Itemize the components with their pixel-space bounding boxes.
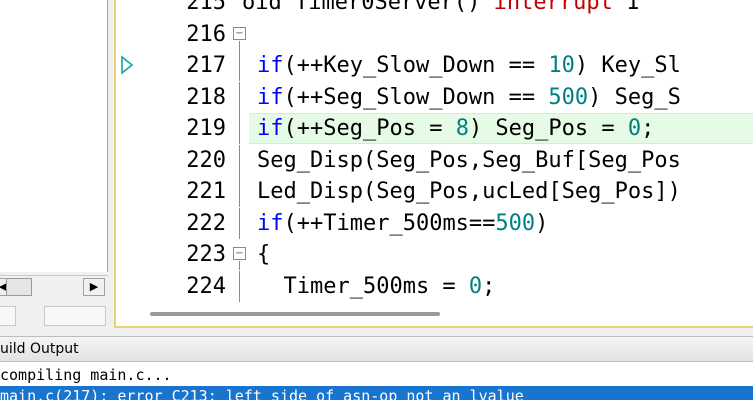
code-text[interactable]: { <box>257 239 270 270</box>
scroll-right-button[interactable]: ▶ <box>83 278 105 296</box>
current-position-arrow-icon <box>121 55 134 75</box>
code-line[interactable]: 220 Seg_Disp(Seg_Pos,Seg_Buf[Seg_Pos <box>116 144 753 176</box>
code-text[interactable]: Timer_500ms = 0; <box>257 271 495 302</box>
code-editor[interactable]: 215 oid Timer0Server() interrupt 1 216−217… <box>116 0 753 302</box>
fold-toggle-icon[interactable]: − <box>233 26 246 40</box>
code-line[interactable]: 218 if(++Seg_Slow_Down == 500) Seg_S <box>116 81 753 113</box>
project-panel: ◀ ▶ <box>0 0 110 334</box>
editor-scroll-thumb[interactable] <box>150 312 440 316</box>
scroll-thumb[interactable] <box>6 278 32 296</box>
fold-guide <box>239 270 240 302</box>
scroll-right-arrow-icon: ▶ <box>89 280 99 293</box>
build-output-title: uild Output <box>0 336 753 362</box>
line-number: 220 <box>186 147 226 173</box>
line-number: 223 <box>186 242 226 267</box>
line-number: 217 <box>186 53 226 78</box>
line-number: 222 <box>186 210 226 236</box>
build-output-panel: uild Output compiling main.c... main.c(21… <box>0 336 753 400</box>
code-text[interactable]: if(++Key_Slow_Down == 10) Key_Sl <box>257 50 681 81</box>
code-text[interactable]: if(++Timer_500ms==500) <box>257 208 548 239</box>
project-tabs <box>0 300 110 330</box>
books-tab[interactable] <box>44 306 106 326</box>
fold-guide <box>239 144 240 176</box>
code-line[interactable]: 216− <box>116 19 753 50</box>
code-line[interactable]: 224 Timer_500ms = 0; <box>116 270 753 302</box>
code-line[interactable]: 221 Led_Disp(Seg_Pos,ucLed[Seg_Pos]) <box>116 176 753 207</box>
line-number: 215 <box>186 0 226 15</box>
code-text[interactable]: Led_Disp(Seg_Pos,ucLed[Seg_Pos]) <box>257 176 681 207</box>
build-output-line[interactable]: compiling main.c... <box>0 365 753 385</box>
fold-guide <box>239 113 240 144</box>
code-text[interactable]: Seg_Disp(Seg_Pos,Seg_Buf[Seg_Pos <box>257 145 681 176</box>
code-text[interactable]: if(++Seg_Pos = 8) Seg_Pos = 0; <box>257 113 654 144</box>
code-text[interactable]: oid Timer0Server() interrupt 1 <box>242 0 639 18</box>
fold-guide <box>239 50 240 81</box>
line-number: 221 <box>186 179 226 204</box>
fold-guide <box>239 176 240 207</box>
code-line[interactable]: 223−{ <box>116 239 753 270</box>
code-line[interactable]: 222 if(++Timer_500ms==500) <box>116 207 753 239</box>
line-number: 216 <box>186 21 226 47</box>
line-number: 218 <box>186 84 226 110</box>
code-line[interactable]: 217 if(++Key_Slow_Down == 10) Key_Sl <box>116 50 753 81</box>
build-error-line[interactable]: main.c(217): error C213: left side of as… <box>0 386 753 400</box>
fold-guide <box>239 81 240 113</box>
editor-horizontal-scrollbar[interactable] <box>116 302 753 326</box>
code-line[interactable]: 215 oid Timer0Server() interrupt 1 <box>116 0 753 18</box>
fold-toggle-icon[interactable]: − <box>233 247 246 260</box>
project-tab[interactable] <box>0 306 16 326</box>
code-line[interactable]: 219 if(++Seg_Pos = 8) Seg_Pos = 0; <box>116 113 753 144</box>
fold-guide <box>239 40 240 50</box>
line-number: 224 <box>186 273 226 299</box>
project-horizontal-scrollbar[interactable]: ◀ ▶ <box>0 275 108 297</box>
fold-guide <box>239 261 240 270</box>
code-text[interactable]: if(++Seg_Slow_Down == 500) Seg_S <box>257 82 681 113</box>
fold-guide <box>239 207 240 239</box>
project-tree[interactable] <box>0 0 108 272</box>
line-number: 219 <box>186 116 226 141</box>
